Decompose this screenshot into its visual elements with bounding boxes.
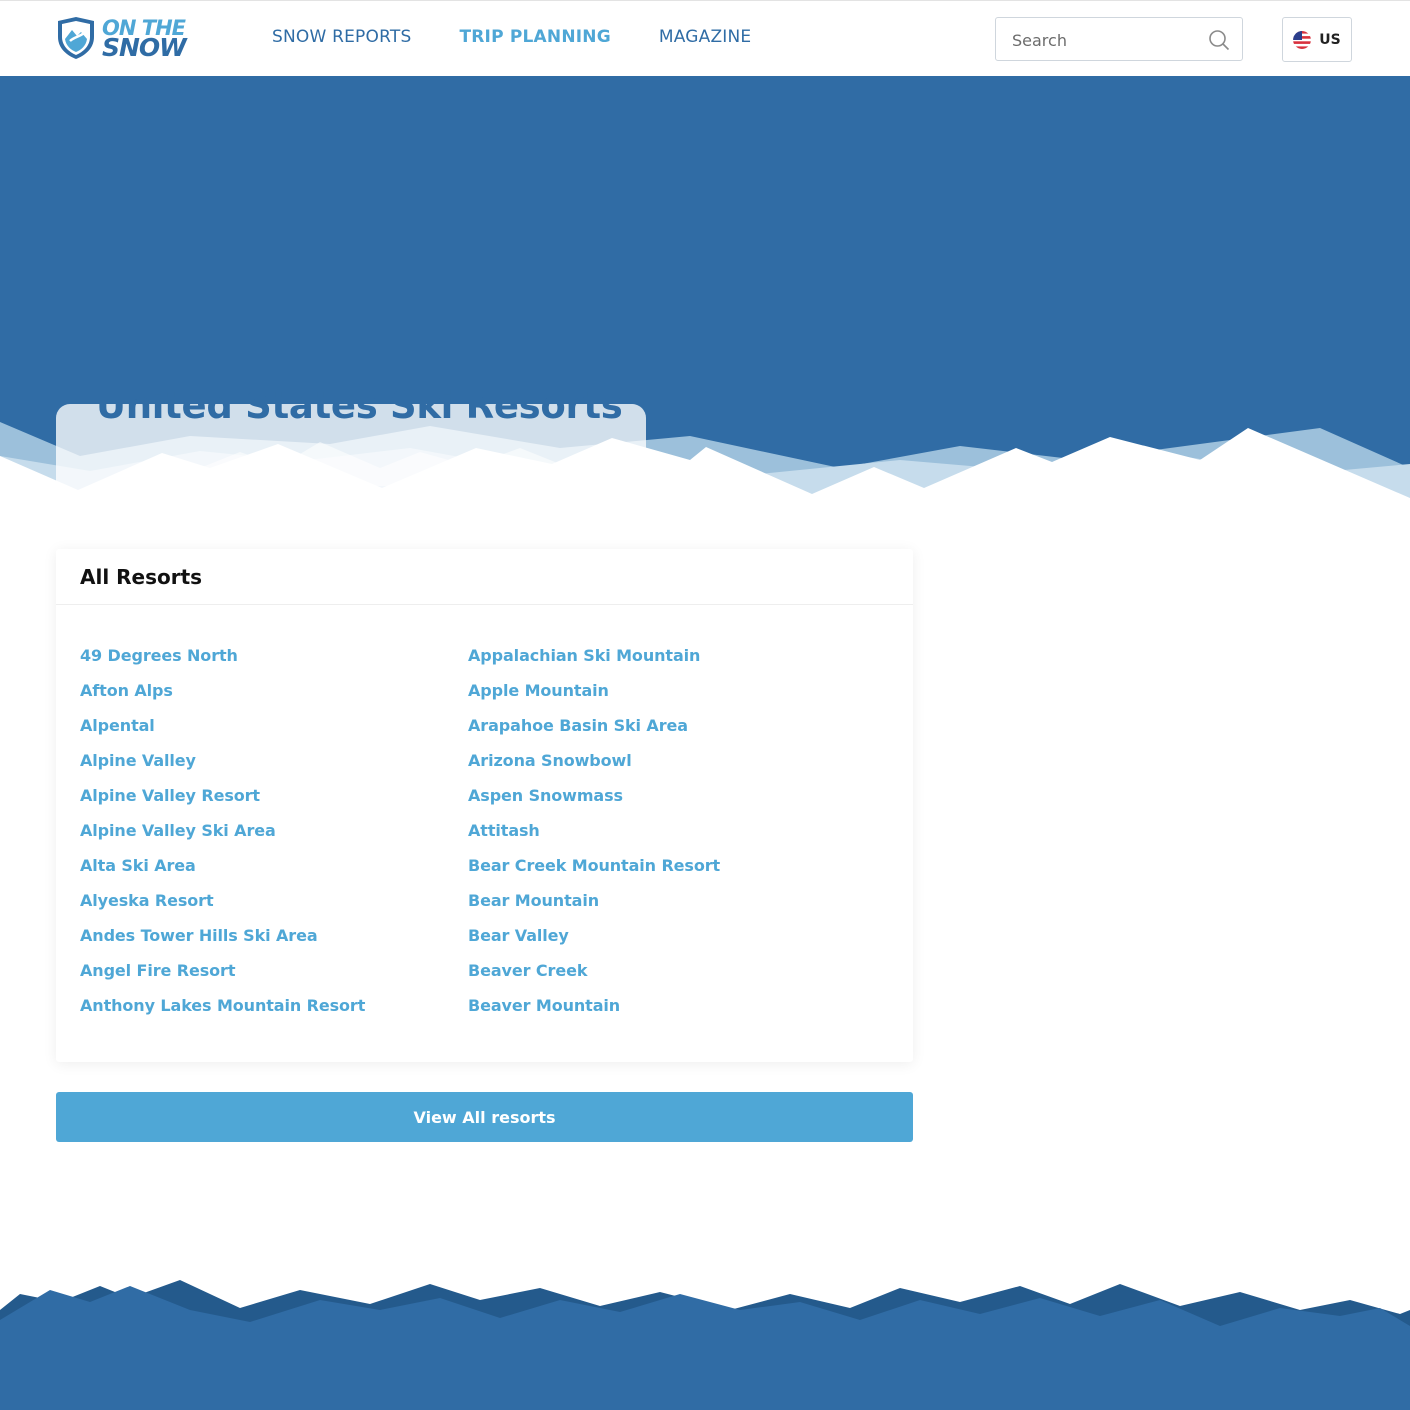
all-resorts-panel: All Resorts 49 Degrees North Afton Alps … [56,549,913,1062]
footer-mountains [0,1280,1410,1410]
resort-link[interactable]: Bear Valley [468,926,720,961]
resort-link[interactable]: Andes Tower Hills Ski Area [80,926,365,961]
resort-link[interactable]: Angel Fire Resort [80,961,365,996]
resort-link[interactable]: Bear Mountain [468,891,720,926]
hero-snow-foreground [0,428,1410,506]
hero-banner: United States Ski Resorts [0,76,1410,506]
resort-link[interactable]: Aspen Snowmass [468,786,720,821]
locale-selector[interactable]: US [1282,17,1352,62]
resort-link[interactable]: Arapahoe Basin Ski Area [468,716,720,751]
site-header: ON THE SNOW SNOW REPORTS TRIP PLANNING M… [0,0,1410,76]
main-nav: SNOW REPORTS TRIP PLANNING MAGAZINE [272,27,799,47]
resort-link[interactable]: Attitash [468,821,720,856]
resort-link[interactable]: Alpine Valley Ski Area [80,821,365,856]
locale-label: US [1319,31,1341,48]
resort-link[interactable]: Anthony Lakes Mountain Resort [80,996,365,1031]
resort-link[interactable]: Alta Ski Area [80,856,365,891]
search-icon[interactable] [1208,29,1230,51]
resort-list-right: Appalachian Ski Mountain Apple Mountain … [468,646,720,1031]
panel-title: All Resorts [80,565,203,589]
resort-link[interactable]: Alpine Valley Resort [80,786,365,821]
resort-link[interactable]: Alpental [80,716,365,751]
resort-link[interactable]: Bear Creek Mountain Resort [468,856,720,891]
onthesnow-logo[interactable]: ON THE SNOW [54,15,187,62]
nav-trip-planning[interactable]: TRIP PLANNING [459,27,610,47]
us-flag-icon [1293,30,1312,49]
resort-link[interactable]: Arizona Snowbowl [468,751,720,786]
resort-link[interactable]: Beaver Creek [468,961,720,996]
page-title: United States Ski Resorts [96,384,623,427]
resort-link[interactable]: Beaver Mountain [468,996,720,1031]
resort-link[interactable]: Apple Mountain [468,681,720,716]
search-box [995,17,1243,61]
resort-link[interactable]: Afton Alps [80,681,365,716]
logo-line-2: SNOW [102,33,187,62]
resort-link[interactable]: Alpine Valley [80,751,365,786]
resort-link[interactable]: 49 Degrees North [80,646,365,681]
resort-link[interactable]: Alyeska Resort [80,891,365,926]
nav-magazine[interactable]: MAGAZINE [659,27,752,47]
search-input[interactable] [1012,29,1202,51]
shield-logo-icon [58,17,94,59]
view-all-resorts-button[interactable]: View All resorts [56,1092,913,1142]
resort-list-left: 49 Degrees North Afton Alps Alpental Alp… [80,646,365,1031]
resort-link[interactable]: Appalachian Ski Mountain [468,646,720,681]
nav-snow-reports[interactable]: SNOW REPORTS [272,27,411,47]
panel-divider [56,604,913,605]
